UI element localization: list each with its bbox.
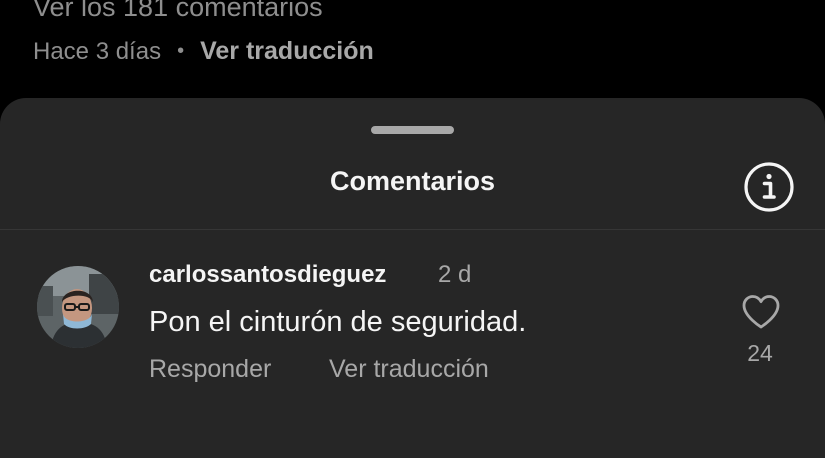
post-timestamp: Hace 3 días [33,37,162,65]
post-translate-link[interactable]: Ver traducción [200,37,374,66]
avatar[interactable] [37,266,119,348]
heart-outline-icon [742,295,780,329]
comment-username[interactable]: carlossantosdieguez [149,261,386,289]
post-meta-row: Hace 3 días • Ver traducción [33,37,374,66]
drag-handle[interactable] [371,126,454,134]
like-count: 24 [747,340,773,366]
comment-translate-button[interactable]: Ver traducción [329,355,489,384]
like-button[interactable] [740,292,782,332]
comment-timestamp: 2 d [438,261,472,288]
reply-button[interactable]: Responder [149,355,271,384]
sheet-title: Comentarios [329,166,496,196]
info-button[interactable] [743,161,795,213]
comment-text: Pon el cinturón de seguridad. [149,306,527,338]
comment-item: carlossantosdieguez 2 d Pon el cinturón … [0,230,825,430]
view-all-comments-link[interactable]: Ver los 181 comentarios [33,0,323,23]
meta-separator: • [177,40,185,62]
comments-sheet: Comentarios carlossantosdieguez 2 d Pon … [0,98,825,458]
info-icon [744,162,794,212]
post-footer: Ver los 181 comentarios Hace 3 días • Ve… [0,0,825,100]
